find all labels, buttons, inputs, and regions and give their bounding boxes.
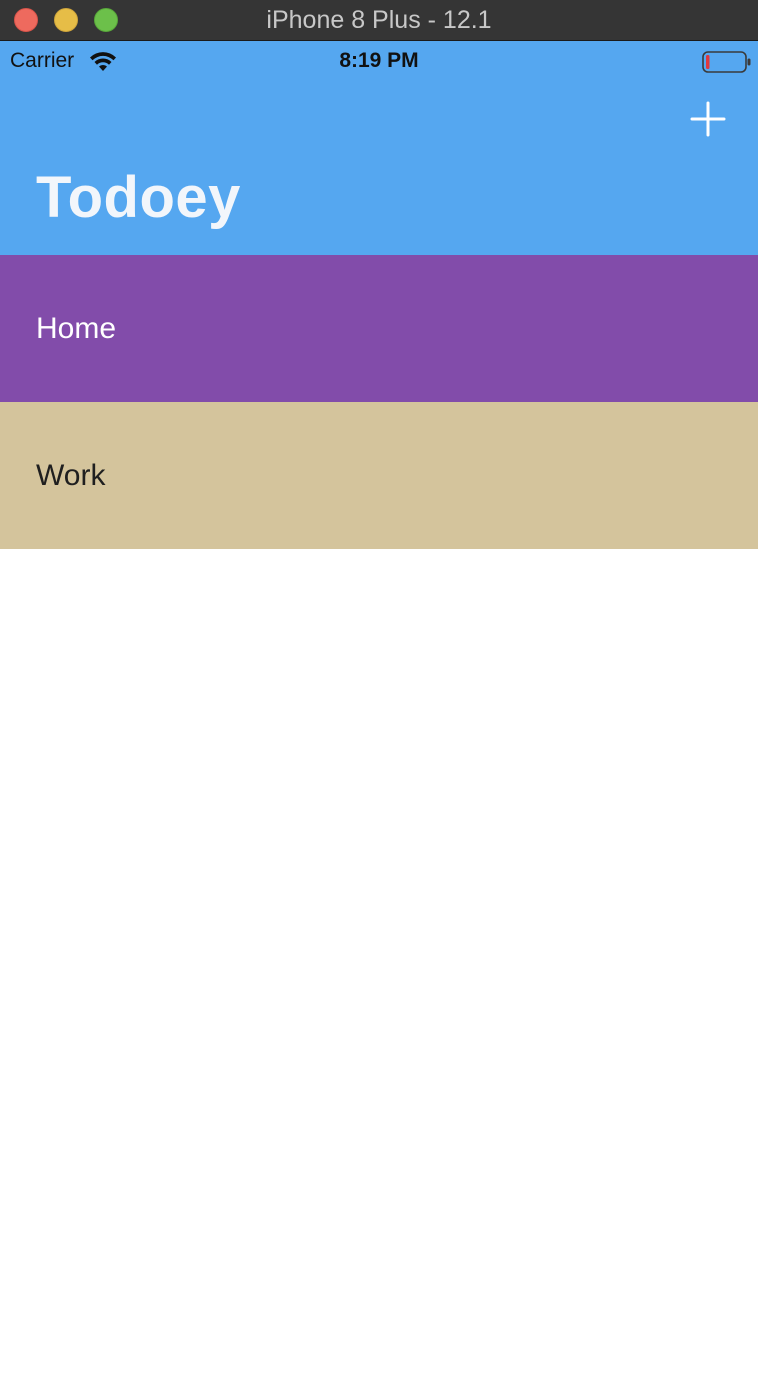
category-list: Home Work xyxy=(0,255,758,549)
page-title: Todoey xyxy=(36,165,241,230)
battery-icon xyxy=(702,51,751,73)
window-title: iPhone 8 Plus - 12.1 xyxy=(266,6,492,34)
simulator-window: iPhone 8 Plus - 12.1 Carrier 8:19 PM Tod… xyxy=(0,0,758,1394)
category-label: Home xyxy=(36,312,117,345)
category-label: Work xyxy=(36,459,106,492)
window-title-bar: iPhone 8 Plus - 12.1 xyxy=(0,0,758,41)
category-cell-work[interactable]: Work xyxy=(0,402,758,549)
status-bar: Carrier 8:19 PM xyxy=(0,41,758,81)
category-cell-home[interactable]: Home xyxy=(0,255,758,402)
navigation-bar: Carrier 8:19 PM Todoey xyxy=(0,41,758,255)
add-category-button[interactable] xyxy=(686,97,730,141)
status-time: 8:19 PM xyxy=(339,49,419,72)
plus-icon xyxy=(690,101,726,137)
